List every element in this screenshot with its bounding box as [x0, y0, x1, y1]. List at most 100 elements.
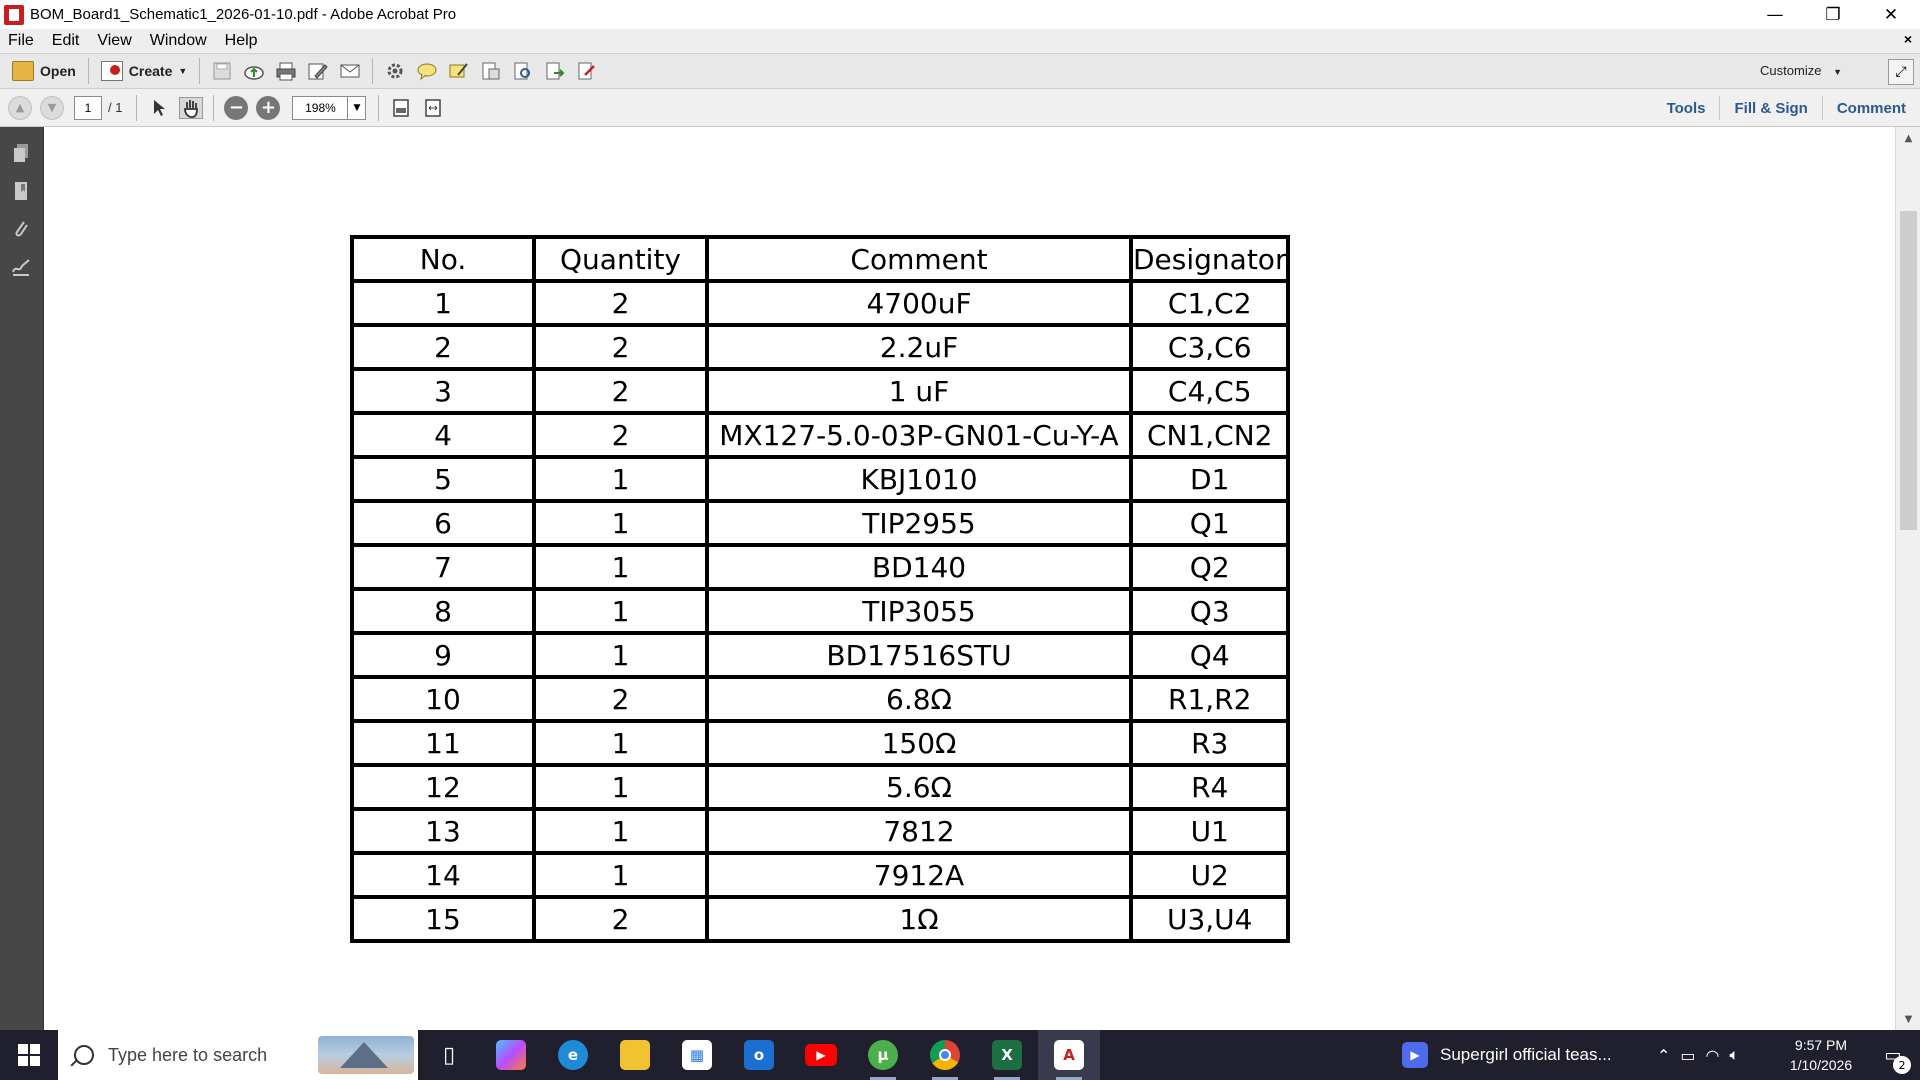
expand-view-button[interactable]: ⤢ — [1888, 59, 1914, 85]
task-view-button[interactable]: ▯ — [418, 1030, 480, 1080]
select-cursor-icon[interactable] — [147, 97, 171, 119]
customize-button[interactable]: Customize ▼ — [1760, 63, 1842, 78]
task-view-icon: ▯ — [442, 1042, 456, 1068]
chevron-up-icon[interactable]: ⌃ — [1657, 1046, 1670, 1065]
menu-bar: File Edit View Window Help × — [0, 29, 1920, 53]
table-row: 2 2 2.2uF C3,C6 — [350, 323, 1291, 371]
print-icon[interactable] — [274, 60, 298, 82]
taskbar-app-excel[interactable]: X — [976, 1030, 1038, 1080]
previous-page-button[interactable]: ▲ — [8, 95, 32, 120]
edit-icon[interactable] — [306, 60, 330, 82]
gear-icon[interactable] — [383, 60, 407, 82]
zoom-dropdown-button[interactable]: ▼ — [348, 95, 367, 120]
tab-tools[interactable]: Tools — [1653, 96, 1720, 120]
taskbar-app-outlook[interactable]: o — [728, 1030, 790, 1080]
clock-date: 1/10/2026 — [1789, 1057, 1853, 1073]
close-window-button[interactable]: ✕ — [1862, 0, 1920, 29]
battery-icon[interactable]: ▭ — [1680, 1046, 1695, 1065]
cell-designator: R1,R2 — [1128, 675, 1291, 723]
action-center-button[interactable]: ▭ 2 — [1866, 1030, 1920, 1080]
bom-table: No. Quantity Comment Designator 1 2 4700uF… — [350, 235, 1291, 943]
chrome-icon — [930, 1040, 960, 1070]
page-total: / 1 — [108, 100, 123, 115]
bookmarks-icon[interactable] — [9, 179, 33, 203]
table-row: 9 1 BD17516STU Q4 — [350, 631, 1291, 679]
taskbar-app-edge[interactable]: e — [542, 1030, 604, 1080]
store-icon: ▦ — [682, 1040, 712, 1070]
page-number-input[interactable]: 1 — [74, 95, 102, 120]
taskbar-app-copilot[interactable] — [480, 1030, 542, 1080]
comment-bubble-icon[interactable] — [415, 60, 439, 82]
maximize-button[interactable]: ❐ — [1804, 0, 1862, 29]
tab-comment[interactable]: Comment — [1821, 96, 1920, 120]
cell-comment: 6.8Ω — [705, 675, 1133, 723]
menu-edit[interactable]: Edit — [43, 32, 89, 50]
zoom-out-button[interactable]: − — [224, 95, 249, 120]
taskbar-app-store[interactable]: ▦ — [666, 1030, 728, 1080]
zoom-level-input[interactable]: 198% — [292, 95, 349, 120]
taskbar-app-chrome[interactable] — [914, 1030, 976, 1080]
taskbar-media-notification[interactable]: ▶ Supergirl official teas... — [1402, 1030, 1612, 1080]
email-icon[interactable] — [338, 60, 362, 82]
attachments-icon[interactable] — [9, 217, 33, 241]
scroll-down-arrow-icon[interactable]: ▼ — [1896, 1008, 1920, 1030]
taskbar-app-file-explorer[interactable] — [604, 1030, 666, 1080]
cell-quantity: 2 — [532, 367, 709, 415]
next-page-button[interactable]: ▼ — [40, 95, 64, 120]
zoom-in-button[interactable]: + — [256, 95, 281, 120]
taskbar-clock[interactable]: 9:57 PM 1/10/2026 — [1776, 1035, 1866, 1075]
cell-designator: R3 — [1128, 719, 1291, 767]
taskbar-app-utorrent[interactable]: µ — [852, 1030, 914, 1080]
start-button[interactable] — [0, 1030, 58, 1080]
menu-window[interactable]: Window — [141, 32, 216, 50]
highlight-icon[interactable] — [447, 60, 471, 82]
close-document-button[interactable]: × — [1904, 31, 1912, 47]
pdf-form-icon[interactable] — [575, 60, 599, 82]
signatures-icon[interactable] — [9, 255, 33, 279]
menu-file[interactable]: File — [0, 32, 43, 50]
cell-designator: Q1 — [1128, 499, 1291, 547]
cloud-upload-icon[interactable] — [242, 60, 266, 82]
cell-comment: MX127-5.0-03P-GN01-Cu-Y-A — [705, 411, 1133, 459]
cell-no: 2 — [350, 323, 536, 371]
toolbar-separator — [372, 58, 374, 84]
cell-quantity: 1 — [532, 763, 709, 811]
tab-fill-and-sign[interactable]: Fill & Sign — [1719, 96, 1821, 120]
scrollbar-thumb[interactable] — [1900, 211, 1917, 530]
cell-quantity: 2 — [532, 895, 709, 943]
cell-comment: 150Ω — [705, 719, 1133, 767]
hand-tool-icon[interactable] — [179, 96, 204, 119]
cell-comment: 5.6Ω — [705, 763, 1133, 811]
utorrent-icon: µ — [868, 1040, 898, 1070]
arrow-up-icon: ▲ — [15, 101, 25, 114]
cell-no: 12 — [350, 763, 536, 811]
open-button[interactable]: Open — [6, 57, 82, 85]
taskbar-app-youtube[interactable]: ▶ — [790, 1030, 852, 1080]
create-button[interactable]: Create ▼ — [95, 57, 194, 85]
toolbar-separator — [136, 94, 138, 121]
menu-help[interactable]: Help — [216, 32, 267, 50]
fit-width-icon[interactable] — [421, 97, 445, 119]
volume-icon[interactable]: 🔈︎ — [1730, 1045, 1740, 1065]
page-thumbnails-icon[interactable] — [9, 141, 33, 165]
fit-page-icon[interactable] — [389, 97, 413, 119]
document-search-icon[interactable] — [511, 60, 535, 82]
export-icon[interactable] — [543, 60, 567, 82]
taskbar-app-acrobat[interactable]: A — [1038, 1030, 1100, 1080]
taskbar-search-box[interactable]: Type here to search — [58, 1030, 418, 1080]
menu-view[interactable]: View — [88, 32, 140, 50]
cell-quantity: 1 — [532, 455, 709, 503]
vertical-scrollbar[interactable]: ▲ ▼ — [1895, 127, 1920, 1030]
cell-no: 14 — [350, 851, 536, 899]
search-placeholder: Type here to search — [108, 1044, 268, 1065]
document-extract-icon[interactable] — [479, 60, 503, 82]
save-icon[interactable] — [210, 60, 234, 82]
window-title: BOM_Board1_Schematic1_2026-01-10.pdf - A… — [30, 6, 457, 23]
header-no: No. — [350, 235, 536, 283]
scroll-up-arrow-icon[interactable]: ▲ — [1896, 127, 1920, 149]
folder-icon — [620, 1040, 650, 1070]
table-row: 6 1 TIP2955 Q1 — [350, 499, 1291, 547]
minimize-button[interactable]: — — [1746, 0, 1804, 29]
table-row: 11 1 150Ω R3 — [350, 719, 1291, 767]
wifi-icon[interactable]: ◠ — [1706, 1046, 1720, 1065]
